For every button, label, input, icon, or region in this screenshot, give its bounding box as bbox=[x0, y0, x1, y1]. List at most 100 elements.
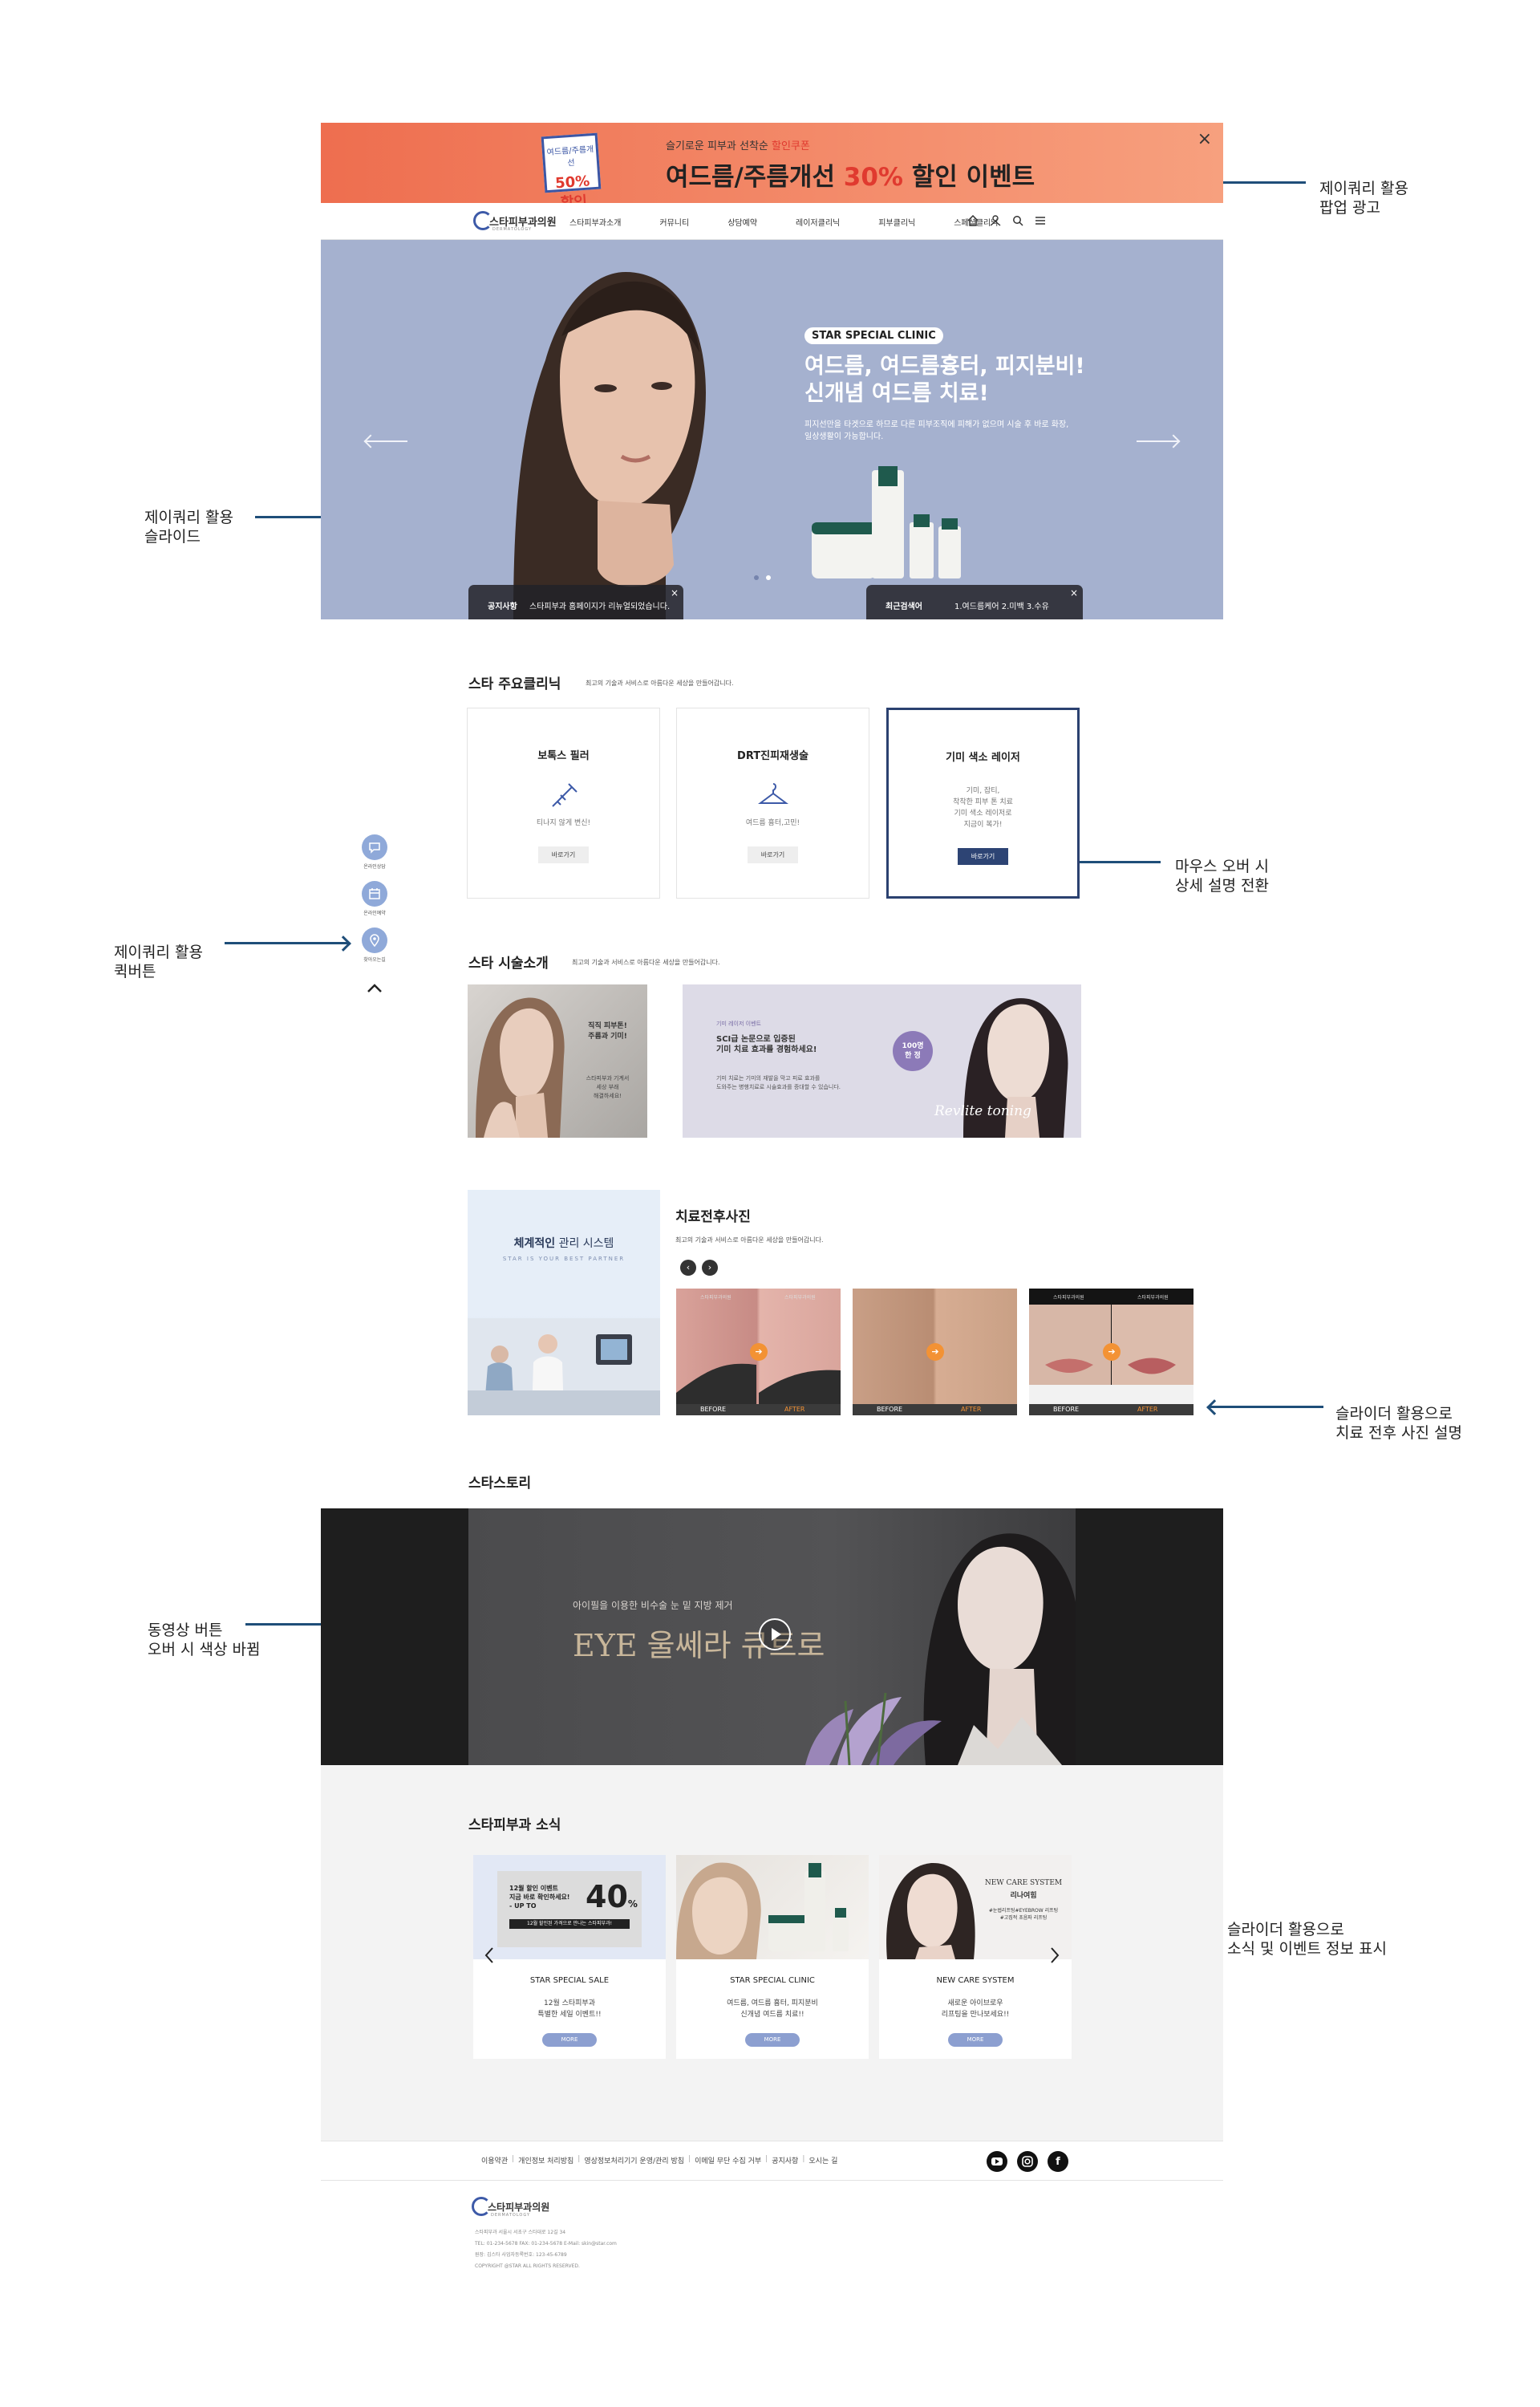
quick-button-location[interactable]: 찾아오는길 bbox=[361, 927, 388, 963]
footer-links: 이용약관 | 개인정보 처리방침 | 영상정보처리기기 운영/관리 방침 | 이메일 … bbox=[481, 2155, 838, 2165]
nav-item-laser-clinic[interactable]: 레이저클리닉 bbox=[796, 216, 840, 228]
annotation-quick: 제이쿼리 활용 퀵버튼 bbox=[114, 944, 203, 980]
clinic-card-botox-button[interactable]: 바로가기 bbox=[538, 846, 589, 863]
hero-next-arrow[interactable] bbox=[1137, 440, 1178, 442]
user-icon[interactable] bbox=[989, 213, 1002, 229]
story-video-section: 아이필을 이용한 비수술 눈 밑 지방 제거 EYE 울쎄라 큐트로 bbox=[321, 1508, 1223, 1765]
hero-description: 피지선만을 타겟으로 하므로 다른 피부조직에 피해가 없으며 시술 후 바로 … bbox=[804, 420, 1069, 441]
video-play-button[interactable] bbox=[759, 1618, 791, 1650]
instagram-icon[interactable] bbox=[1017, 2151, 1038, 2172]
beforeafter-prev-button[interactable]: ‹ bbox=[680, 1260, 696, 1276]
beforeafter-slide-pigment[interactable]: ➔ BEFORE AFTER bbox=[853, 1289, 1017, 1415]
clinic-card-drt-button[interactable]: 바로가기 bbox=[748, 846, 798, 863]
annotation-arrowhead-quick bbox=[335, 936, 351, 952]
story-video-frame[interactable]: 아이필을 이용한 비수술 눈 밑 지방 제거 EYE 울쎄라 큐트로 bbox=[468, 1508, 1076, 1765]
quick-button-consult[interactable]: 온라인상담 bbox=[361, 834, 388, 870]
home-icon[interactable] bbox=[967, 213, 979, 229]
footer-links-bar: 이용약관 | 개인정보 처리방침 | 영상정보처리기기 운영/관리 방침 | 이메일 … bbox=[321, 2141, 1223, 2181]
notice-close-icon[interactable]: × bbox=[671, 587, 679, 599]
menu-icon[interactable] bbox=[1034, 213, 1047, 229]
procedure-model-image bbox=[476, 997, 565, 1138]
nav-item-intro[interactable]: 스타피부과소개 bbox=[569, 216, 621, 228]
annotation-news: 슬라이더 활용으로 소식 및 이벤트 정보 표시 bbox=[1227, 1921, 1387, 1958]
news-prev-button[interactable] bbox=[483, 1946, 496, 1965]
news-next-button[interactable] bbox=[1048, 1946, 1061, 1965]
calendar-icon bbox=[362, 881, 387, 907]
popup-banner[interactable]: 여드름/주름개선 50% 할인 슬기로운 피부과 선착순 할인쿠폰 여드름/주름… bbox=[321, 123, 1223, 212]
hero-dot-1[interactable] bbox=[754, 575, 759, 580]
scroll-top-button[interactable] bbox=[365, 981, 384, 996]
chevron-right-icon bbox=[1051, 1947, 1060, 1963]
limited-badge: 100명 한 정 bbox=[893, 1031, 933, 1071]
notice-bar[interactable]: 공지사항 스타피부과 홈페이지가 리뉴얼되었습니다. × bbox=[468, 585, 683, 619]
chevron-left-icon bbox=[484, 1947, 493, 1963]
recent-search-close-icon[interactable]: × bbox=[1070, 587, 1078, 599]
procedure-banner-right[interactable]: 기미 레이저 이벤트 SCI급 논문으로 입증된 기미 치료 효과를 경험하세요… bbox=[683, 984, 1081, 1138]
clinic-card-drt[interactable]: DRT진피재생술 여드름 흉터,고민! 바로가기 bbox=[676, 708, 869, 899]
footer-link-cctv[interactable]: 영상정보처리기기 운영/관리 방침 bbox=[584, 2155, 684, 2165]
procedure-banner-left[interactable]: 직직 피부톤! 주름과 기미! 스타피부과 기계서 세상 부래 해결하세요! bbox=[468, 984, 647, 1138]
hero-slider[interactable]: STAR SPECIAL CLINIC 여드름, 여드름흉터, 피지분비! 신개… bbox=[321, 240, 1223, 619]
annotation-arrow-quick bbox=[225, 942, 350, 944]
annotation-video: 동영상 버튼 오버 시 색상 바뀜 bbox=[148, 1622, 261, 1658]
story-flower-image bbox=[805, 1692, 942, 1765]
hero-tag: STAR SPECIAL CLINIC bbox=[804, 327, 943, 344]
beforeafter-arrow-icon: ➔ bbox=[1103, 1343, 1121, 1361]
clinic-card-laser[interactable]: 기미 색소 레이저 기미, 잡티, 착착한 피부 톤 치료 기미 색소 레이저로… bbox=[886, 708, 1080, 899]
hanger-icon bbox=[758, 783, 788, 804]
footer-link-notice[interactable]: 공지사항 bbox=[772, 2155, 798, 2165]
clinic-card-botox[interactable]: 보톡스 필러 티나지 않게 변신! 바로가기 bbox=[467, 708, 660, 899]
youtube-icon[interactable] bbox=[987, 2151, 1007, 2172]
annotation-popup: 제이쿼리 활용 팝업 광고 bbox=[1319, 180, 1408, 217]
popup-close-button[interactable]: × bbox=[1198, 129, 1212, 149]
clinic-section-title: 스타 주요클리닉 bbox=[468, 676, 561, 692]
nav-item-skin-clinic[interactable]: 피부클리닉 bbox=[878, 216, 915, 228]
footer-link-terms[interactable]: 이용약관 bbox=[481, 2155, 508, 2165]
beforeafter-arrow-icon: ➔ bbox=[926, 1343, 944, 1361]
procedure-section-title: 스타 시술소개 bbox=[468, 956, 549, 972]
nav-item-community[interactable]: 커뮤니티 bbox=[659, 216, 689, 228]
hero-product-image bbox=[812, 466, 961, 578]
chat-icon bbox=[362, 834, 387, 860]
beforeafter-slide-acne[interactable]: 스타피부과의원 스타피부과의원 ➔ BEFORE AFTER bbox=[676, 1289, 841, 1415]
beforeafter-section-title: 치료전후사진 bbox=[675, 1209, 751, 1225]
news-more-button[interactable]: MORE bbox=[542, 2033, 597, 2047]
footer-info: 스타피부과 서울시 서초구 스타대로 12길 34 TEL: 01-234-56… bbox=[475, 2230, 617, 2269]
beforeafter-slide-lips[interactable]: 스타피부과의원 스타피부과의원 ➔ BEFORE AFTER bbox=[1029, 1289, 1194, 1415]
news-card-care[interactable]: NEW CARE SYSTEM 리나여힘 #눈썹리프팅#EYEBROW 리프팅 … bbox=[879, 1855, 1072, 2059]
footer-link-email[interactable]: 이메일 무단 수집 거부 bbox=[695, 2155, 761, 2165]
play-icon bbox=[772, 1628, 781, 1641]
system-banner[interactable]: 체계적인 관리 시스템 STAR IS YOUR BEST PARTNER bbox=[468, 1190, 660, 1415]
hero-prev-arrow[interactable] bbox=[366, 440, 407, 442]
news-card-sale[interactable]: 12월 할인 이벤트 지금 바로 확인하세요! - UP TO 40% 12월 … bbox=[473, 1855, 666, 2059]
syringe-icon bbox=[552, 783, 578, 807]
news-more-button[interactable]: MORE bbox=[745, 2033, 800, 2047]
story-section-title: 스타스토리 bbox=[468, 1475, 532, 1492]
beforeafter-section-subtitle: 최고의 기술과 서비스로 아름다운 세상을 만들어갑니다. bbox=[675, 1236, 824, 1244]
news-more-button[interactable]: MORE bbox=[948, 2033, 1003, 2047]
system-clinic-image bbox=[468, 1318, 660, 1415]
annotation-arrowhead-beforeafter bbox=[1206, 1399, 1222, 1415]
annotation-arrow-beforeafter bbox=[1209, 1406, 1323, 1408]
hero-dot-2[interactable] bbox=[766, 575, 771, 580]
footer-logo[interactable]: 스타피부과의원 DERMATOLOGY bbox=[472, 2195, 584, 2222]
news-section-title: 스타피부과 소식 bbox=[468, 1817, 561, 1833]
quick-button-reserve[interactable]: 온라인예약 bbox=[361, 881, 388, 916]
footer-link-privacy[interactable]: 개인정보 처리방침 bbox=[518, 2155, 573, 2165]
recent-search-bar[interactable]: 최근검색어 1.여드름케어 2.미백 3.수유 × bbox=[866, 585, 1083, 619]
facebook-icon[interactable]: f bbox=[1048, 2151, 1068, 2172]
beforeafter-next-button[interactable]: › bbox=[702, 1260, 718, 1276]
main-navigation: 스타피부과의원 DERMATOLOGY 스타피부과소개 커뮤니티 상담예약 레이… bbox=[321, 203, 1223, 240]
news-card-clinic[interactable]: STAR SPECIAL CLINIC 여드름, 여드름 흉터, 피지분비 신개… bbox=[676, 1855, 869, 2059]
map-pin-icon bbox=[362, 927, 387, 953]
nav-item-reservation[interactable]: 상담예약 bbox=[727, 216, 757, 228]
hero-dots bbox=[754, 575, 778, 580]
search-icon[interactable] bbox=[1011, 213, 1024, 229]
footer-sns: f bbox=[987, 2151, 1078, 2172]
popup-title: 여드름/주름개선 30% 할인 이벤트 bbox=[666, 163, 1035, 192]
popup-discount-badge: 여드름/주름개선 50% 할인 bbox=[541, 132, 602, 212]
hero-model-image bbox=[513, 272, 706, 619]
annotation-slide: 제이쿼리 활용 슬라이드 bbox=[144, 509, 233, 546]
clinic-card-laser-button[interactable]: 바로가기 bbox=[958, 848, 1008, 865]
footer-link-directions[interactable]: 오시는 길 bbox=[808, 2155, 837, 2165]
